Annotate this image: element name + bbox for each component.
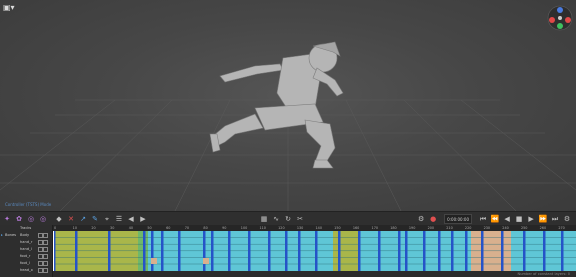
prev-arrow-icon[interactable]: ◀ (126, 214, 136, 224)
delete-key-icon[interactable]: ✕ (66, 214, 76, 224)
keyframe-marker[interactable] (451, 231, 454, 271)
tracks-header: Tracks (20, 226, 32, 230)
footer-note: Number of constant layers: 0 (517, 272, 570, 276)
curve-icon[interactable]: ∿ (271, 214, 281, 224)
track-row[interactable]: foot_r (0, 253, 52, 259)
key-note[interactable] (203, 258, 209, 264)
stop-icon[interactable]: ■ (514, 214, 524, 224)
keyframe-marker[interactable] (378, 231, 381, 271)
filter-icon[interactable]: ☰ (114, 214, 124, 224)
next-arrow-icon[interactable]: ▶ (138, 214, 148, 224)
keyframe-marker[interactable] (358, 231, 361, 271)
keyframe-marker[interactable] (398, 231, 401, 271)
visible-checkbox[interactable] (43, 261, 48, 266)
keyframe-marker[interactable] (285, 231, 288, 271)
time-field[interactable]: 0:00:00:00 (444, 214, 473, 224)
camera-icon[interactable]: ▣▾ (3, 3, 17, 13)
track-row[interactable]: hand_l (0, 246, 52, 252)
next-key-icon[interactable]: ⏩ (538, 214, 548, 224)
animation-toolbar: ✦ ✿ ◎ ◎ ◆ ✕ ↗ ✎ ⌖ ☰ ◀ ▶ ▦ ∿ ↻ ✂ ⚙ ● 0:00… (0, 211, 576, 226)
keyframe-marker[interactable] (543, 231, 546, 271)
keyframe-marker[interactable] (268, 231, 271, 271)
keyframe-marker[interactable] (523, 231, 526, 271)
keyframe-marker[interactable] (161, 231, 164, 271)
axis-gizmo-icon[interactable] (546, 4, 574, 32)
keyframe-marker[interactable] (211, 231, 214, 271)
keyframe-marker[interactable] (228, 231, 231, 271)
keyframe-marker[interactable] (143, 231, 146, 271)
keyframe-marker[interactable] (108, 231, 111, 271)
copy-icon[interactable]: ◎ (26, 214, 36, 224)
track-row[interactable]: hand_r (0, 239, 52, 245)
track-row[interactable]: foot_l (0, 260, 52, 266)
3d-viewport[interactable]: ▣▾ Controller (TSTS) Mode (0, 0, 576, 211)
keyframe-marker[interactable] (405, 231, 408, 271)
keyframe-marker[interactable] (298, 231, 301, 271)
viewport-status: Controller (TSTS) Mode (5, 202, 52, 207)
keyframe-marker[interactable] (178, 231, 181, 271)
trim-icon[interactable]: ✂ (295, 214, 305, 224)
snap-icon[interactable]: ▦ (259, 214, 269, 224)
clip-block[interactable] (471, 231, 511, 271)
key-note[interactable] (151, 258, 157, 264)
paste-icon[interactable]: ◎ (38, 214, 48, 224)
keyframe-marker[interactable] (423, 231, 426, 271)
first-frame-icon[interactable]: ⏮ (478, 214, 488, 224)
keyframe-marker[interactable] (75, 231, 78, 271)
rig-icon[interactable]: ✦ (2, 214, 12, 224)
clip-block[interactable] (53, 231, 138, 271)
play-back-icon[interactable]: ◀ (502, 214, 512, 224)
keyframe-marker[interactable] (501, 231, 504, 271)
keyframe-tracks[interactable] (53, 231, 576, 277)
play-icon[interactable]: ▶ (526, 214, 536, 224)
keyframe-marker[interactable] (315, 231, 318, 271)
playhead[interactable] (53, 231, 54, 271)
track-area[interactable]: 0 10 20 30 40 50 60 70 80 90 100 110 120 130 140 150 160… (53, 225, 576, 277)
clip-block[interactable] (333, 231, 358, 271)
visible-checkbox[interactable] (43, 268, 48, 273)
track-row[interactable]: head_x (0, 267, 52, 273)
timeline-panel: Tracks ▸ Bones Body hand_r hand_l foot_r… (0, 225, 576, 277)
key-icon[interactable]: ◆ (54, 214, 64, 224)
brush-icon[interactable]: ✎ (90, 214, 100, 224)
visible-checkbox[interactable] (43, 233, 48, 238)
pin-icon[interactable]: ⌖ (102, 214, 112, 224)
keyframe-marker[interactable] (438, 231, 441, 271)
character-model[interactable] (195, 38, 370, 173)
track-list: Tracks ▸ Bones Body hand_r hand_l foot_r… (0, 225, 53, 277)
visible-checkbox[interactable] (43, 240, 48, 245)
loop-icon[interactable]: ↻ (283, 214, 293, 224)
keyframe-marker[interactable] (561, 231, 564, 271)
select-icon[interactable]: ↗ (78, 214, 88, 224)
keyframe-marker[interactable] (338, 231, 341, 271)
keyframe-marker[interactable] (465, 231, 468, 271)
last-frame-icon[interactable]: ⏭ (550, 214, 560, 224)
keyframe-marker[interactable] (151, 231, 154, 271)
track-row-body[interactable]: ▸ Bones Body (0, 232, 52, 238)
pose-icon[interactable]: ✿ (14, 214, 24, 224)
keyframe-marker[interactable] (203, 231, 206, 271)
expand-icon[interactable]: ▸ (1, 232, 3, 238)
tools-icon[interactable]: ⚙ (416, 214, 426, 224)
visible-checkbox[interactable] (43, 247, 48, 252)
visible-checkbox[interactable] (43, 254, 48, 259)
prev-key-icon[interactable]: ⏪ (490, 214, 500, 224)
settings-icon[interactable]: ⚙ (562, 214, 572, 224)
record-icon[interactable]: ● (428, 214, 438, 224)
keyframe-marker[interactable] (248, 231, 251, 271)
keyframe-marker[interactable] (481, 231, 484, 271)
